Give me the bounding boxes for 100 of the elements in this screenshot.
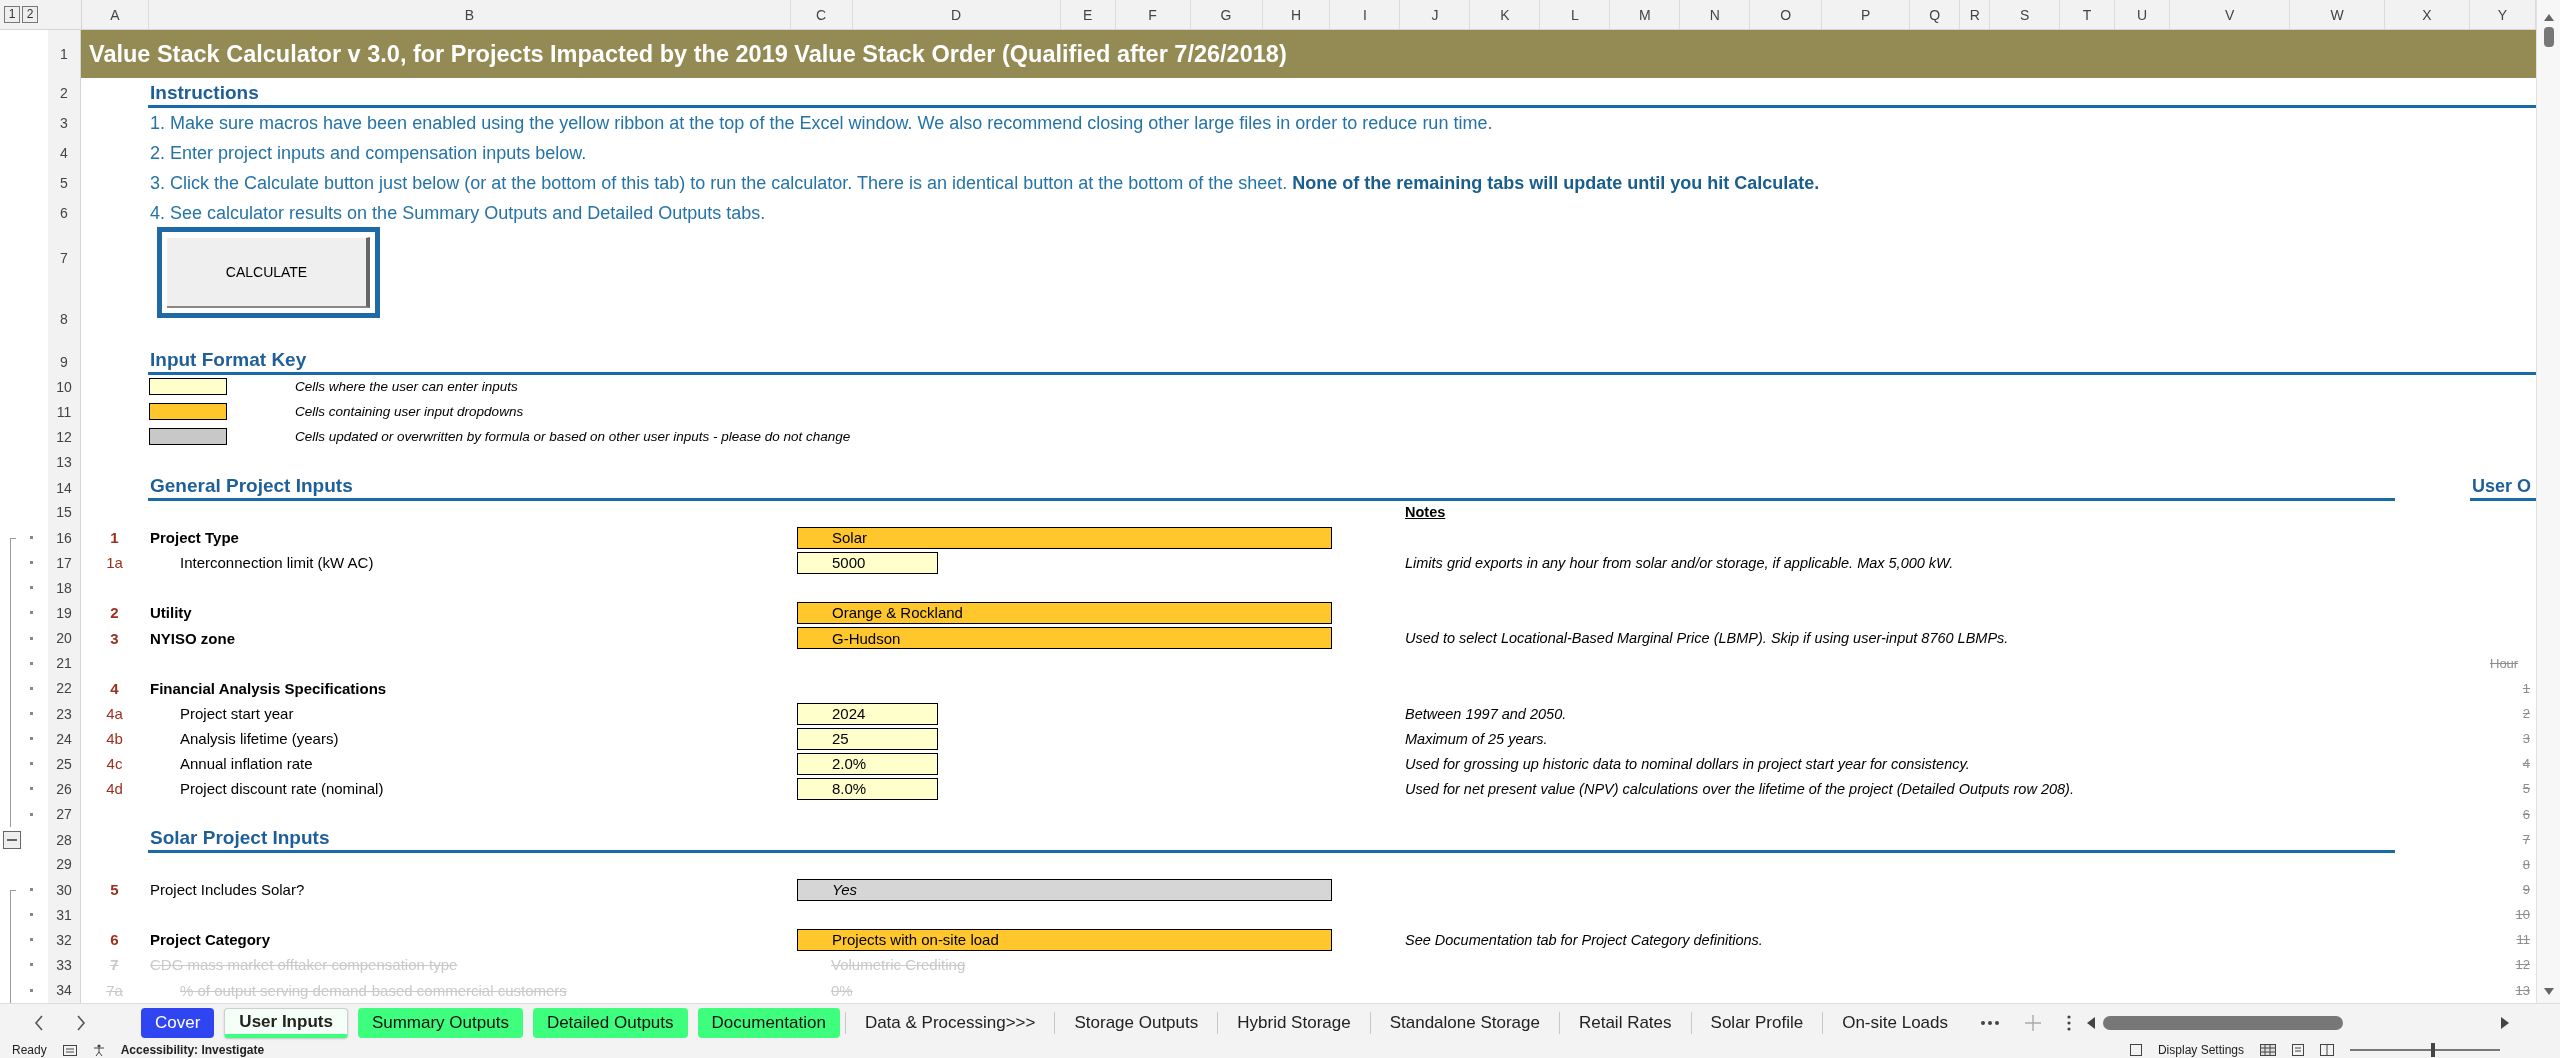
row-number[interactable]: 3 (48, 108, 81, 138)
column-header[interactable]: R (1960, 0, 1991, 29)
dropdown-field[interactable]: G-Hudson (797, 627, 1332, 650)
input-field[interactable]: 25 (797, 727, 938, 750)
scrollbar-thumb[interactable] (2543, 27, 2554, 47)
row-number[interactable]: 31 (48, 902, 81, 928)
row-number[interactable]: 30 (48, 876, 81, 903)
sheet-tab[interactable]: On-site Loads (1828, 1008, 1962, 1038)
column-header[interactable]: H (1262, 0, 1331, 29)
sheet-tab[interactable]: Solar Profile (1696, 1008, 1818, 1038)
row-number[interactable]: 29 (48, 851, 81, 877)
column-header[interactable]: T (2060, 0, 2116, 29)
scroll-down-icon[interactable] (2543, 988, 2554, 995)
row-number[interactable]: 11 (48, 399, 81, 425)
column-header[interactable]: U (2115, 0, 2171, 29)
column-header[interactable]: S (1990, 0, 2061, 29)
row-number[interactable]: 20 (48, 625, 81, 651)
column-header[interactable]: P (1822, 0, 1911, 29)
page-layout-icon[interactable] (2292, 1044, 2304, 1056)
row-number[interactable]: 9 (48, 349, 81, 375)
row-number[interactable]: 1 (48, 30, 81, 78)
sheet-tab[interactable]: User Inputs (224, 1008, 348, 1038)
row-number[interactable]: 2 (48, 78, 81, 108)
dropdown-field[interactable]: Projects with on-site load (797, 928, 1332, 951)
column-header[interactable]: L (1540, 0, 1611, 29)
sheet-tab[interactable]: Data & Processing>>> (850, 1008, 1050, 1038)
column-header[interactable]: M (1610, 0, 1681, 29)
calculate-button[interactable]: CALCULATE (157, 227, 380, 318)
sheet-tab[interactable]: Storage Outputs (1060, 1008, 1213, 1038)
column-header[interactable]: W (2290, 0, 2386, 29)
column-header[interactable]: E (1060, 0, 1116, 29)
column-header[interactable]: G (1190, 0, 1263, 29)
row-number[interactable]: 8 (48, 288, 81, 349)
row-number[interactable]: 15 (48, 499, 81, 525)
column-header[interactable]: O (1750, 0, 1823, 29)
row-number[interactable]: 10 (48, 374, 81, 400)
scroll-left-icon[interactable] (2087, 1017, 2095, 1029)
row-number[interactable]: 12 (48, 424, 81, 450)
row-number[interactable]: 7 (48, 228, 81, 288)
column-header[interactable]: C (790, 0, 853, 29)
page-break-icon[interactable] (2320, 1044, 2334, 1056)
row-number[interactable]: 23 (48, 700, 81, 727)
more-icon[interactable] (1981, 1021, 1999, 1025)
row-number[interactable]: 13 (48, 449, 81, 475)
column-header[interactable]: Y (2470, 0, 2536, 29)
column-header[interactable]: N (1680, 0, 1751, 29)
accessibility-icon[interactable] (92, 1044, 105, 1056)
input-field[interactable]: 2.0% (797, 752, 938, 775)
sheet-tab[interactable]: Cover (141, 1008, 215, 1038)
row-number[interactable]: 24 (48, 726, 81, 752)
column-header[interactable]: B (148, 0, 791, 29)
row-number[interactable]: 6 (48, 198, 81, 228)
zoom-slider[interactable] (2430, 1043, 2435, 1057)
input-field[interactable]: 5000 (797, 551, 938, 574)
row-number[interactable]: 25 (48, 751, 81, 777)
row-number[interactable]: 21 (48, 650, 81, 676)
sheet-tab[interactable]: Documentation (697, 1008, 840, 1038)
row-number[interactable]: 32 (48, 927, 81, 953)
column-header[interactable]: F (1115, 0, 1191, 29)
sheet-tab[interactable]: Summary Outputs (357, 1008, 523, 1038)
scroll-up-icon[interactable] (2543, 14, 2554, 21)
row-number[interactable]: 28 (48, 826, 81, 853)
row-number[interactable]: 5 (48, 168, 81, 198)
normal-view-icon[interactable] (2260, 1044, 2276, 1056)
column-header[interactable]: A (81, 0, 149, 29)
next-sheet-icon[interactable] (76, 1015, 86, 1031)
row-number[interactable]: 16 (48, 525, 81, 551)
input-field[interactable]: 2024 (797, 702, 938, 725)
outline-level-button[interactable]: 2 (22, 6, 38, 23)
row-number[interactable]: 17 (48, 550, 81, 576)
column-header[interactable]: Q (1910, 0, 1961, 29)
accessibility-status[interactable]: Accessibility: Investigate (120, 1043, 265, 1057)
row-number[interactable]: 4 (48, 138, 81, 168)
column-header[interactable]: V (2170, 0, 2291, 29)
sheet-tab[interactable]: Detailed Outputs (532, 1008, 688, 1038)
dropdown-field[interactable]: Orange & Rockland (797, 601, 1332, 624)
column-header[interactable]: K (1470, 0, 1541, 29)
previous-sheet-icon[interactable] (34, 1015, 44, 1031)
row-number[interactable]: 27 (48, 801, 81, 827)
dropdown-field[interactable]: Solar (797, 526, 1332, 549)
options-icon[interactable] (2067, 1015, 2071, 1031)
collapse-button[interactable] (3, 830, 21, 849)
row-number[interactable]: 26 (48, 776, 81, 802)
row-number[interactable]: 14 (48, 474, 81, 501)
input-field[interactable]: 8.0% (797, 777, 938, 800)
sheet-tab[interactable]: Hybrid Storage (1223, 1008, 1365, 1038)
column-header[interactable]: J (1400, 0, 1471, 29)
scrollbar-thumb[interactable] (2103, 1016, 2343, 1030)
column-header[interactable]: D (852, 0, 1061, 29)
display-settings-button[interactable]: Display Settings (2157, 1043, 2244, 1057)
column-header[interactable]: X (2385, 0, 2470, 29)
sheet-tab[interactable]: Standalone Storage (1375, 1008, 1554, 1038)
display-settings-icon[interactable] (2129, 1044, 2142, 1056)
sheet-tab[interactable]: Retail Rates (1564, 1008, 1686, 1038)
outline-level-button[interactable]: 1 (4, 6, 20, 23)
scroll-right-icon[interactable] (2501, 1017, 2509, 1029)
row-number[interactable]: 19 (48, 600, 81, 626)
column-header[interactable]: I (1330, 0, 1401, 29)
row-number[interactable]: 22 (48, 675, 81, 701)
row-number[interactable]: 18 (48, 575, 81, 601)
